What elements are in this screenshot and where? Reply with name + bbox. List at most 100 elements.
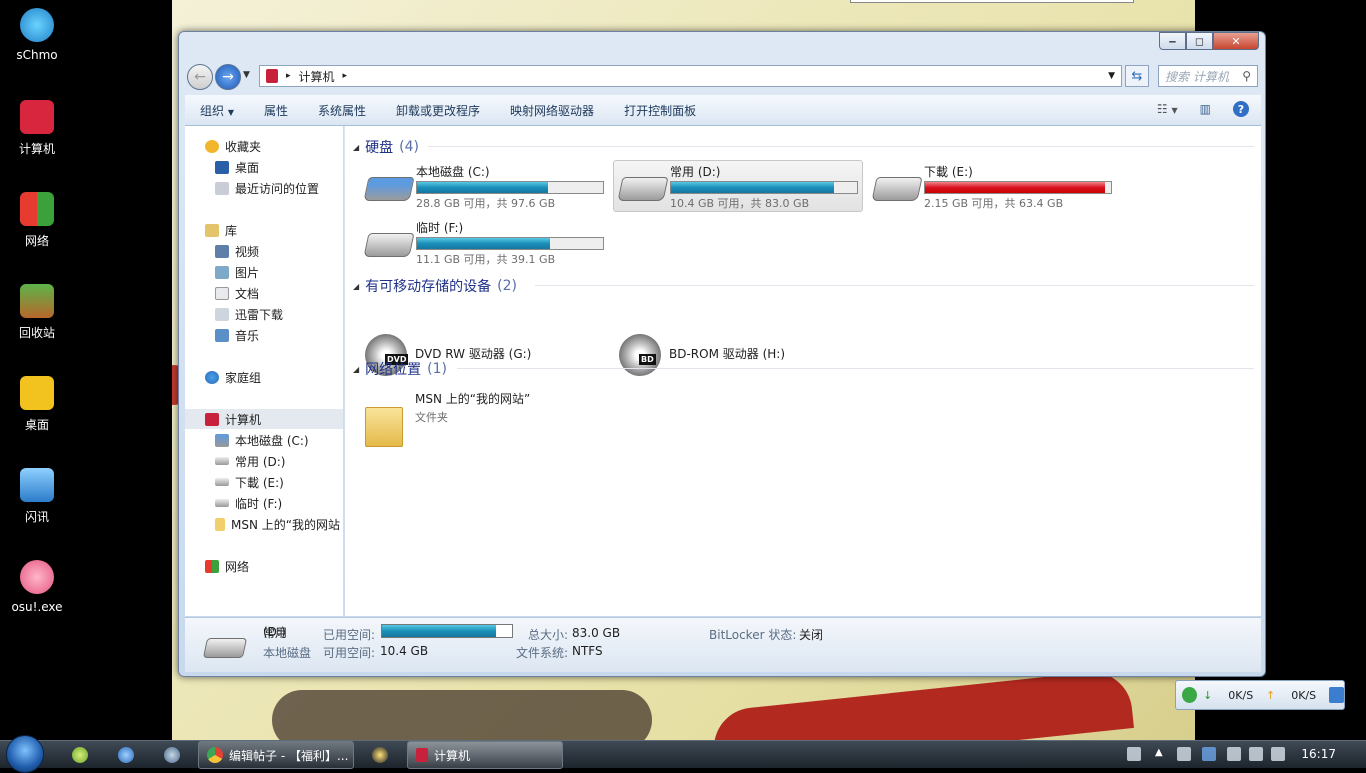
- taskbar-task-browser[interactable]: 编辑帖子 - 【福利】...: [198, 741, 354, 769]
- nav-recent-places[interactable]: 最近访问的位置: [185, 178, 343, 198]
- nav-msn-site[interactable]: MSN 上的“我的网站: [185, 514, 343, 534]
- nav-videos[interactable]: 视频: [185, 241, 343, 261]
- drive-item-e[interactable]: 下載 (E:) 2.15 GB 可用，共 63.4 GB: [867, 160, 1117, 212]
- nav-homegroup[interactable]: 家庭组: [185, 367, 343, 387]
- address-bar[interactable]: ▸ 计算机 ▸ ▼: [259, 65, 1122, 87]
- system-properties-button[interactable]: 系统属性: [303, 102, 381, 119]
- nav-label: 视频: [235, 244, 260, 259]
- breadcrumb-computer[interactable]: 计算机: [299, 68, 335, 85]
- change-view-button[interactable]: ☷ ▼: [1157, 102, 1178, 116]
- address-history-dropdown[interactable]: ▼: [1108, 71, 1115, 81]
- minimize-button[interactable]: ‒: [1159, 32, 1186, 50]
- nav-music[interactable]: 音乐: [185, 325, 343, 345]
- folder-icon: [365, 407, 403, 447]
- nav-network[interactable]: 网络: [185, 556, 343, 576]
- group-header-network[interactable]: ◢ 网络位置 (1): [353, 359, 447, 379]
- back-button[interactable]: ←: [187, 64, 213, 90]
- properties-button[interactable]: 属性: [249, 102, 303, 119]
- organize-menu[interactable]: 组织 ▼: [185, 102, 249, 119]
- drive-name: 下載 (E:): [924, 165, 973, 179]
- desktop-icon-recycle-bin[interactable]: 回收站: [8, 284, 66, 341]
- network-status-icon[interactable]: [1249, 747, 1263, 761]
- desktop-icon-network[interactable]: 网络: [8, 192, 66, 249]
- tray-app-icon[interactable]: [1177, 747, 1191, 761]
- computer-icon: [205, 412, 219, 426]
- drive-item-d[interactable]: 常用 (D:) 10.4 GB 可用，共 83.0 GB: [613, 160, 863, 212]
- desktop-icon-desktop[interactable]: 桌面: [8, 376, 66, 433]
- nav-label: 临时 (F:): [235, 496, 283, 511]
- hard-drive-icon: [871, 177, 923, 201]
- refresh-button[interactable]: ⇆: [1125, 65, 1149, 87]
- nav-drive-c[interactable]: 本地磁盘 (C:): [185, 430, 343, 450]
- nav-xunlei-download[interactable]: 迅雷下载: [185, 304, 343, 324]
- tray-app-icon[interactable]: [1202, 747, 1216, 761]
- device-name: BD-ROM 驱动器 (H:): [669, 347, 785, 361]
- start-button[interactable]: [6, 735, 44, 773]
- nav-label: 图片: [235, 265, 260, 280]
- details-bitlocker-label: BitLocker 状态:: [709, 628, 797, 642]
- nav-label: 计算机: [225, 412, 262, 427]
- group-title: 网络位置: [365, 362, 422, 378]
- preview-pane-button[interactable]: ▥: [1200, 102, 1211, 116]
- group-title: 硬盘: [365, 140, 394, 156]
- group-header-hard-disks[interactable]: ◢ 硬盘 (4): [353, 137, 419, 157]
- desktop-icon-shanxun[interactable]: 闪讯: [8, 468, 66, 525]
- network-item-msn[interactable]: MSN 上的“我的网站” 文件夹: [415, 390, 530, 425]
- details-type: 本地磁盘: [263, 646, 312, 660]
- group-count: (2): [497, 278, 517, 294]
- taskbar-task-computer[interactable]: 计算机: [407, 741, 563, 769]
- recent-pages-dropdown[interactable]: ▼: [243, 70, 250, 80]
- action-center-icon[interactable]: [1271, 747, 1285, 761]
- widget-menu-icon[interactable]: [1328, 687, 1344, 703]
- device-item-h[interactable]: BD BD-ROM 驱动器 (H:): [613, 332, 863, 378]
- video-icon: [215, 244, 229, 258]
- uninstall-program-button[interactable]: 卸载或更改程序: [381, 102, 495, 119]
- nav-label: MSN 上的“我的网站: [231, 517, 340, 532]
- open-control-panel-button[interactable]: 打开控制面板: [609, 102, 711, 119]
- details-pane: 常用 (D:) 本地磁盘 已用空间: 可用空间: 10.4 GB 总大小: 83…: [185, 617, 1261, 672]
- network-icon: [205, 559, 219, 573]
- nav-label: 本地磁盘 (C:): [235, 433, 309, 448]
- nav-documents[interactable]: 文档: [185, 283, 343, 303]
- nav-computer[interactable]: 计算机: [185, 409, 343, 429]
- help-icon[interactable]: ?: [1233, 101, 1249, 117]
- map-network-drive-button[interactable]: 映射网络驱动器: [495, 102, 609, 119]
- drive-c-icon: [363, 177, 415, 201]
- wallpaper-decoration: [272, 690, 652, 740]
- recycle-bin-icon: [20, 284, 54, 318]
- forward-button[interactable]: →: [215, 64, 241, 90]
- drive-name: 本地磁盘 (C:): [416, 165, 490, 179]
- close-button[interactable]: ✕: [1213, 32, 1259, 50]
- drive-item-f[interactable]: 临时 (F:) 11.1 GB 可用，共 39.1 GB: [359, 216, 609, 268]
- quicklaunch-icon[interactable]: [118, 747, 134, 763]
- quicklaunch-icon[interactable]: [72, 747, 88, 763]
- drive-icon: [215, 478, 229, 486]
- nav-drive-e[interactable]: 下載 (E:): [185, 472, 343, 492]
- breadcrumb-chevron-icon[interactable]: ▸: [343, 71, 348, 81]
- keyboard-icon[interactable]: [1127, 747, 1141, 761]
- net-speed-widget[interactable]: ↓ 0K/S ↑ 0K/S: [1175, 680, 1345, 710]
- nav-libraries[interactable]: 库: [185, 220, 343, 240]
- search-icon[interactable]: ⚲: [1242, 69, 1251, 83]
- desktop-icon-schmo[interactable]: sChmo: [8, 8, 66, 62]
- maximize-button[interactable]: ◻: [1186, 32, 1213, 50]
- drive-item-c[interactable]: 本地磁盘 (C:) 28.8 GB 可用，共 97.6 GB: [359, 160, 609, 212]
- nav-pictures[interactable]: 图片: [185, 262, 343, 282]
- group-header-removable[interactable]: ◢ 有可移动存储的设备 (2): [353, 276, 517, 296]
- desktop-icon-computer[interactable]: 计算机: [8, 100, 66, 157]
- quicklaunch-icon[interactable]: [164, 747, 180, 763]
- nav-drive-d[interactable]: 常用 (D:): [185, 451, 343, 471]
- nav-desktop[interactable]: 桌面: [185, 157, 343, 177]
- upload-speed: 0K/S: [1291, 688, 1317, 702]
- qq-icon[interactable]: [372, 747, 388, 763]
- explorer-window: ‒ ◻ ✕ ← → ▼ ▸ 计算机 ▸ ▼ ⇆ 搜索 计算机 ⚲ 组织 ▼ 属性…: [178, 31, 1266, 677]
- search-input[interactable]: 搜索 计算机 ⚲: [1158, 65, 1258, 87]
- volume-icon[interactable]: [1227, 747, 1241, 761]
- content-pane: ◢ 硬盘 (4) 本地磁盘 (C:) 28.8 GB 可用，共 97.6 GB …: [345, 126, 1261, 616]
- nav-favorites[interactable]: 收藏夹: [185, 136, 343, 156]
- desktop-icon-osu[interactable]: osu!.exe: [8, 560, 66, 614]
- caption-buttons: ‒ ◻ ✕: [1159, 32, 1259, 50]
- show-hidden-icons-button[interactable]: ▲: [1155, 747, 1163, 758]
- nav-drive-f[interactable]: 临时 (F:): [185, 493, 343, 513]
- breadcrumb-chevron-icon[interactable]: ▸: [286, 71, 291, 81]
